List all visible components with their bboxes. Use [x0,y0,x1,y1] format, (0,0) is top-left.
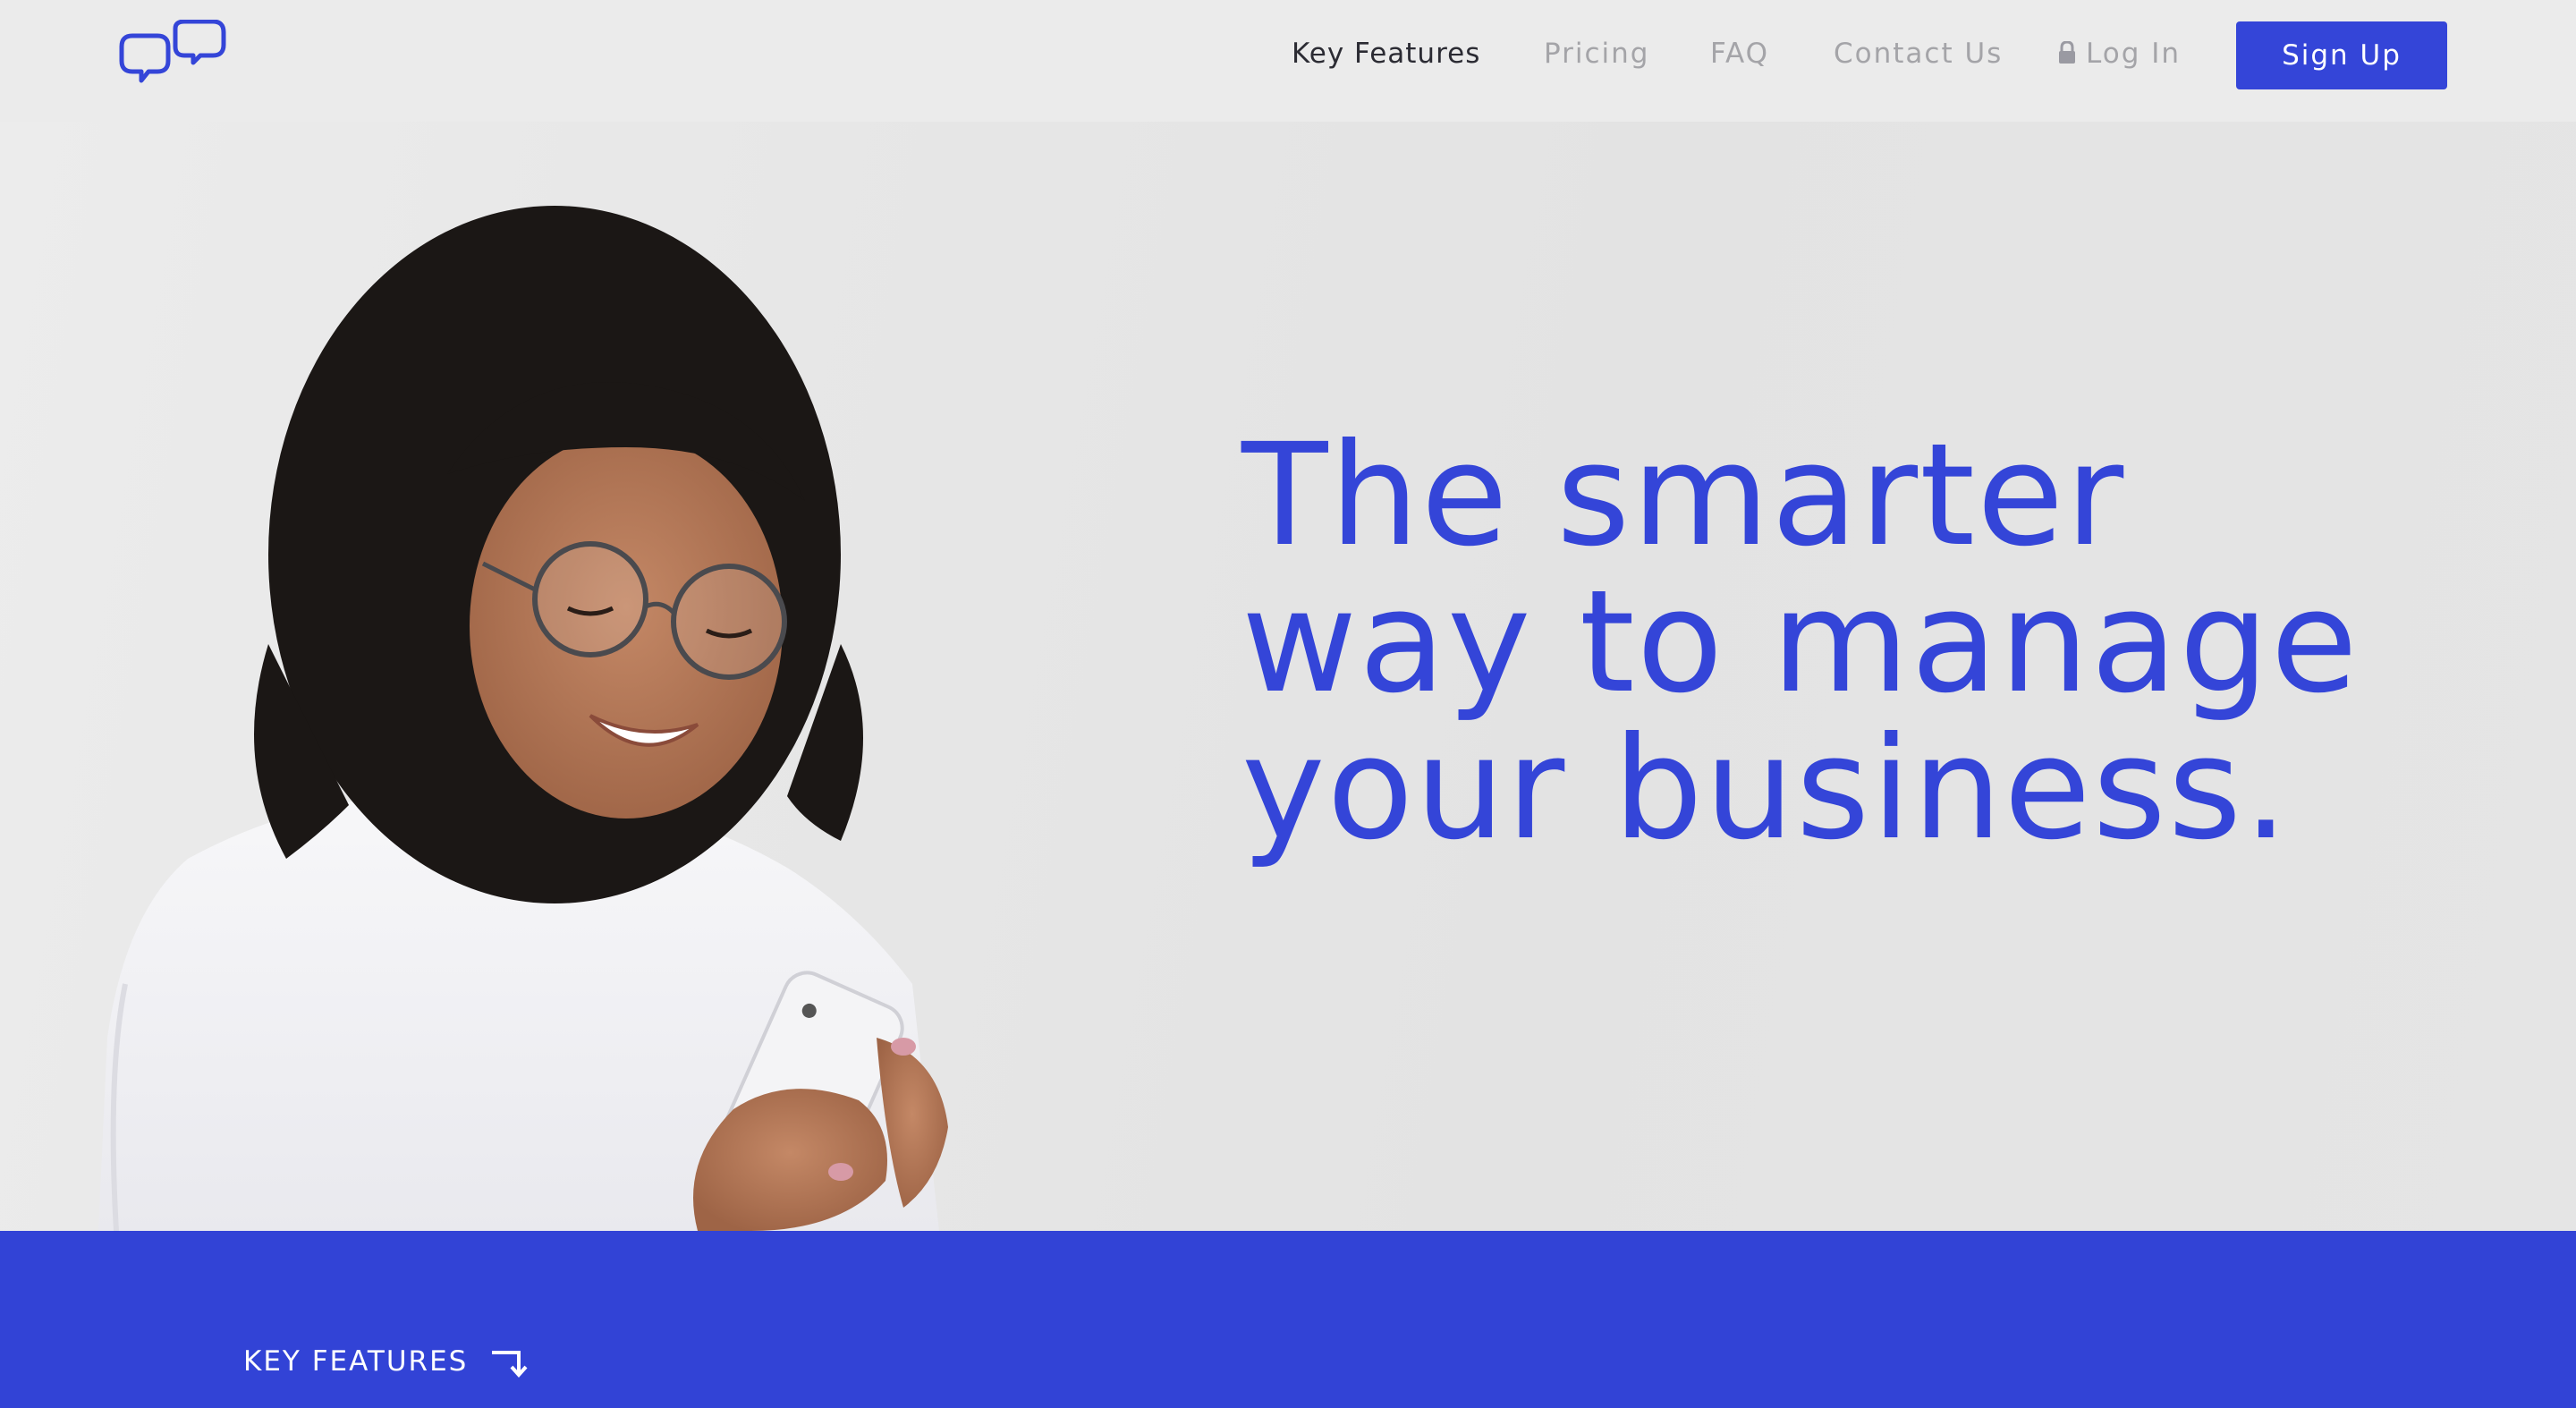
nav-key-features[interactable]: Key Features [1292,34,1480,73]
landing-page: Key Features Pricing FAQ Contact Us Log … [0,0,2576,1408]
nav-contact-us[interactable]: Contact Us [1834,34,2003,73]
chat-bubbles-icon[interactable] [113,20,227,93]
arrow-down-right-icon [492,1351,528,1378]
lock-icon [2059,41,2075,64]
hero-headline: The smarter way to manage your business. [1241,422,2529,862]
site-header: Key Features Pricing FAQ Contact Us Log … [0,0,2576,122]
sign-up-button[interactable]: Sign Up [2236,21,2447,89]
key-features-label[interactable]: KEY FEATURES [243,1344,468,1379]
nav-faq[interactable]: FAQ [1710,34,1769,73]
headline-line: way to manage [1241,560,2360,725]
headline-line: The smarter [1241,413,2126,578]
headline-line: your business. [1241,707,2291,871]
nav-pricing[interactable]: Pricing [1544,34,1650,73]
nav-log-in[interactable]: Log In [2086,34,2181,73]
hero-woman-photo [98,206,948,1231]
features-band [0,1231,2576,1408]
